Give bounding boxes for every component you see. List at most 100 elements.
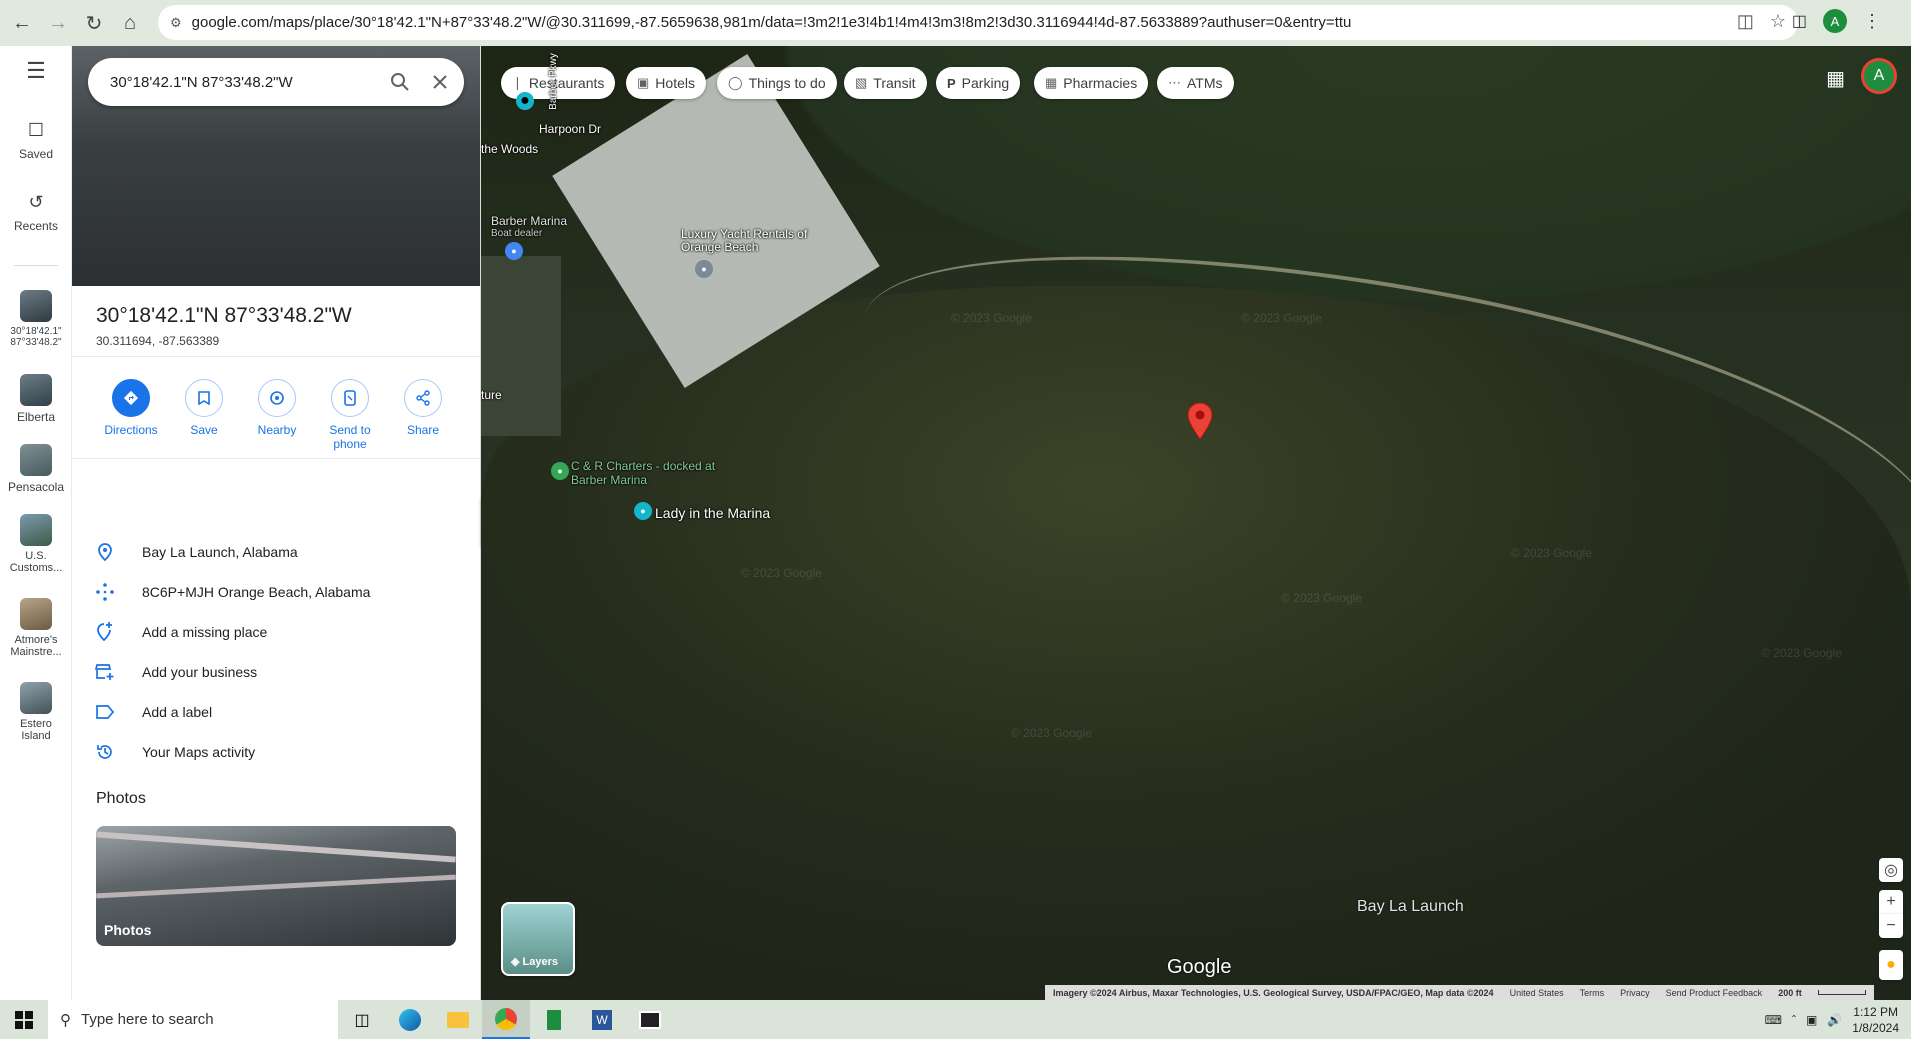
- saved-label: Saved: [18, 147, 54, 161]
- site-info-icon[interactable]: ⚙: [170, 15, 182, 31]
- plus-icon: +: [1886, 893, 1896, 910]
- zoom-in-button[interactable]: +: [1879, 890, 1903, 914]
- chrome-icon[interactable]: [482, 1000, 530, 1039]
- keyboard-icon[interactable]: ⌨: [1765, 1013, 1782, 1027]
- photos-app-icon[interactable]: [626, 1000, 674, 1039]
- recent-place-item[interactable]: 30°18'42.1" 87°33'48.2": [0, 290, 72, 348]
- add-label-row[interactable]: Add a label: [72, 692, 480, 732]
- forward-icon[interactable]: →: [44, 9, 72, 37]
- harpoon-poi-icon[interactable]: ●: [516, 92, 534, 110]
- layers-label: ◈ Layers: [511, 956, 558, 968]
- dropped-pin-icon[interactable]: [1187, 402, 1213, 440]
- terms-link[interactable]: Terms: [1580, 988, 1605, 998]
- charters-poi-icon[interactable]: ●: [551, 462, 569, 480]
- country-link[interactable]: United States: [1510, 988, 1564, 998]
- search-icon[interactable]: [384, 66, 416, 98]
- green-app-icon[interactable]: [530, 1000, 578, 1039]
- lady-marina-poi-icon[interactable]: ●: [634, 502, 652, 520]
- add-missing-place-row[interactable]: Add a missing place: [72, 612, 480, 652]
- network-icon[interactable]: ▣: [1806, 1013, 1817, 1027]
- add-business-row[interactable]: Add your business: [72, 652, 480, 692]
- boat-dealer-pin-icon[interactable]: ●: [505, 242, 523, 260]
- clock-date: 1/8/2024: [1852, 1020, 1899, 1035]
- crosshair-icon: ◎: [1884, 862, 1898, 879]
- chip-hotels[interactable]: ▣ Hotels: [626, 67, 706, 99]
- chip-pharmacies[interactable]: ▦ Pharmacies: [1034, 67, 1149, 99]
- recent-place-item[interactable]: U.S. Customs...: [0, 514, 72, 574]
- luxury-yacht-pin-icon[interactable]: ●: [695, 260, 713, 278]
- word-icon[interactable]: W: [578, 1000, 626, 1039]
- search-icon: ⚲: [60, 1011, 71, 1029]
- close-icon[interactable]: [424, 66, 456, 98]
- recent-place-item[interactable]: Pensacola: [0, 444, 72, 494]
- url-text[interactable]: google.com/maps/place/30°18'42.1"N+87°33…: [192, 14, 1692, 31]
- google-logo: Google: [1167, 956, 1232, 978]
- taskbar-search-box[interactable]: ⚲ Type here to search: [48, 1000, 338, 1039]
- home-icon[interactable]: ⌂: [116, 9, 144, 37]
- pegman-button[interactable]: ●: [1879, 950, 1903, 980]
- address-bar[interactable]: ⚙ google.com/maps/place/30°18'42.1"N+87°…: [158, 5, 1798, 40]
- address-row[interactable]: Bay La Launch, Alabama: [72, 532, 480, 572]
- side-panel-icon[interactable]: ◫: [1792, 11, 1807, 31]
- scale-label[interactable]: 200 ft: [1778, 988, 1802, 998]
- maps-activity-row[interactable]: Your Maps activity: [72, 732, 480, 772]
- recents-button[interactable]: ↺ Recents: [0, 192, 72, 233]
- recent-place-item[interactable]: Elberta: [0, 374, 72, 424]
- directions-button[interactable]: Directions: [95, 379, 167, 437]
- hamburger-menu-icon[interactable]: ☰: [0, 58, 72, 84]
- plus-code-icon: [94, 581, 116, 603]
- bookmark-icon: [185, 379, 223, 417]
- task-view-icon[interactable]: ◫: [338, 1000, 386, 1039]
- profile-avatar[interactable]: A: [1823, 9, 1847, 33]
- recent-place-item[interactable]: Estero Island: [0, 682, 72, 742]
- chip-transit[interactable]: ▧ Transit: [844, 67, 927, 99]
- save-button[interactable]: Save: [168, 379, 240, 437]
- bay-la-launch-label[interactable]: Bay La Launch: [1357, 898, 1464, 916]
- reload-icon[interactable]: ↻: [80, 9, 108, 37]
- map-attribution-bar: Imagery ©2024 Airbus, Maxar Technologies…: [1045, 985, 1874, 1000]
- layers-button[interactable]: ◈ Layers: [501, 902, 575, 976]
- send-to-phone-button[interactable]: Send to phone: [314, 379, 386, 451]
- volume-icon[interactable]: 🔊: [1827, 1013, 1842, 1027]
- chevron-up-icon[interactable]: ˆ: [1792, 1013, 1796, 1027]
- account-avatar[interactable]: A: [1861, 58, 1897, 94]
- system-clock[interactable]: 1:12 PM 1/8/2024: [1852, 1004, 1899, 1036]
- search-input[interactable]: 30°18'42.1"N 87°33'48.2"W: [110, 74, 384, 91]
- recent-place-label: Estero Island: [20, 718, 52, 742]
- privacy-link[interactable]: Privacy: [1620, 988, 1650, 998]
- chip-atms[interactable]: ⋯ ATMs: [1157, 67, 1234, 99]
- map-watermark: © 2023 Google: [1511, 546, 1592, 560]
- nearby-button[interactable]: Nearby: [241, 379, 313, 437]
- back-icon[interactable]: ←: [8, 9, 36, 37]
- bookmark-star-icon[interactable]: ☆: [1770, 11, 1786, 32]
- chip-parking[interactable]: P Parking: [936, 67, 1021, 99]
- place-title: 30°18'42.1"N 87°33'48.2"W: [96, 304, 352, 327]
- add-location-icon: [94, 621, 116, 643]
- recent-place-item[interactable]: Atmore's Mainstre...: [0, 598, 72, 658]
- install-icon[interactable]: ◫: [1737, 11, 1754, 32]
- chip-label: Things to do: [748, 75, 826, 91]
- luxury-yacht-label[interactable]: Luxury Yacht Rentals of Orange Beach: [681, 228, 821, 254]
- chip-things-to-do[interactable]: ◯ Things to do: [717, 67, 837, 99]
- my-location-button[interactable]: ◎: [1879, 858, 1903, 882]
- photos-card[interactable]: Photos: [96, 826, 456, 946]
- search-box[interactable]: 30°18'42.1"N 87°33'48.2"W: [88, 58, 464, 106]
- google-apps-icon[interactable]: ▦: [1826, 66, 1845, 91]
- bookmark-icon: ☐: [27, 120, 45, 140]
- map-watermark: © 2023 Google: [1281, 591, 1362, 605]
- plus-code-row[interactable]: 8C6P+MJH Orange Beach, Alabama: [72, 572, 480, 612]
- edge-icon[interactable]: [386, 1000, 434, 1039]
- charters-label[interactable]: C & R Charters - docked at Barber Marina: [571, 459, 731, 487]
- menu-dots-icon[interactable]: ⋮: [1863, 11, 1881, 32]
- chip-label: ATMs: [1187, 75, 1223, 91]
- lady-marina-label[interactable]: Lady in the Marina: [655, 505, 770, 521]
- windows-start-icon[interactable]: [0, 1000, 48, 1039]
- satellite-map[interactable]: © 2023 Google © 2023 Google © 2023 Googl…: [481, 46, 1911, 1000]
- feedback-link[interactable]: Send Product Feedback: [1666, 988, 1763, 998]
- share-button[interactable]: Share: [387, 379, 459, 437]
- file-explorer-icon[interactable]: [434, 1000, 482, 1039]
- barber-marina-label[interactable]: Barber Marina: [491, 214, 567, 228]
- zoom-out-button[interactable]: −: [1879, 914, 1903, 938]
- saved-button[interactable]: ☐ Saved: [0, 120, 72, 161]
- recent-place-label: U.S. Customs...: [9, 550, 63, 574]
